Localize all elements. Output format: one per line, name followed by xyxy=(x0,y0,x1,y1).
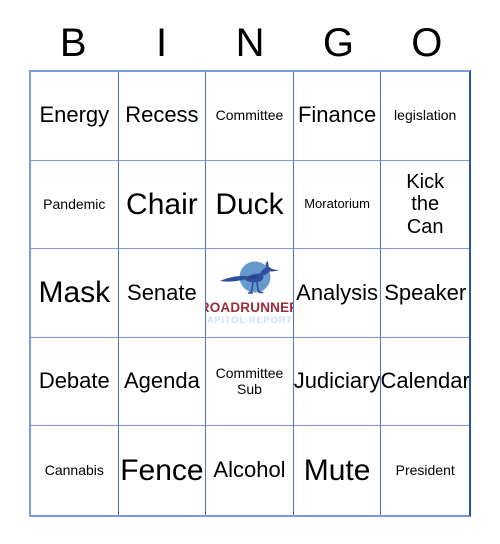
bingo-card: B I N G O Energy Recess Committee Financ… xyxy=(0,0,500,544)
bingo-cell[interactable]: Judiciary xyxy=(293,337,382,427)
bingo-cell-label: Chair xyxy=(126,187,198,221)
bingo-header-letter-b: B xyxy=(59,21,87,65)
bingo-cell[interactable]: Pandemic xyxy=(31,160,119,250)
bingo-cell[interactable]: Moratorium xyxy=(293,160,382,250)
bingo-cell-label: Recess xyxy=(125,102,199,128)
bingo-cell[interactable]: Committee Sub xyxy=(206,337,294,427)
roadrunner-bird-icon xyxy=(219,260,281,300)
bingo-header-letter-o: O xyxy=(411,21,443,65)
bingo-header-row: B I N G O xyxy=(29,18,471,68)
bingo-cell[interactable]: Agenda xyxy=(118,337,207,427)
bingo-cell-label: legislation xyxy=(394,106,457,123)
bingo-cell-label: Speaker xyxy=(384,279,467,305)
bingo-cell[interactable]: Fence xyxy=(118,426,207,515)
bingo-free-space-cell[interactable]: ROADRUNNER CAPITOL REPORTS xyxy=(206,249,294,338)
bingo-cell-label: Debate xyxy=(38,368,110,394)
bingo-cell-label: Kick the Can xyxy=(406,170,445,238)
bingo-cell-label: Cannabis xyxy=(44,461,104,478)
bingo-cell[interactable]: Mask xyxy=(31,249,119,338)
bingo-cell[interactable]: Calendar xyxy=(381,337,469,427)
bingo-cell[interactable]: Committee xyxy=(206,72,294,161)
bingo-cell-label: Committee Sub xyxy=(215,364,284,397)
bingo-cell-label: Mute xyxy=(303,453,371,487)
bingo-cell-label: Analysis xyxy=(296,279,379,305)
bingo-cell[interactable]: Mute xyxy=(293,426,382,515)
bingo-cell[interactable]: Speaker xyxy=(381,249,469,338)
bingo-cell-label: Fence xyxy=(120,453,204,487)
bingo-cell-label: Calendar xyxy=(381,368,469,394)
bingo-cell-label: Pandemic xyxy=(43,195,106,212)
bingo-cell[interactable]: Recess xyxy=(118,72,207,161)
bingo-cell-label: President xyxy=(395,461,455,478)
bingo-cell[interactable]: Duck xyxy=(206,160,294,250)
bingo-cell-label: Energy xyxy=(39,102,110,128)
logo-subtext: CAPITOL REPORTS xyxy=(206,314,293,326)
bingo-cell-label: Finance xyxy=(297,102,377,128)
bingo-cell[interactable]: Finance xyxy=(293,72,382,161)
roadrunner-capitol-reports-logo: ROADRUNNER CAPITOL REPORTS xyxy=(206,260,293,326)
bingo-cell-label: Judiciary xyxy=(293,368,381,394)
bingo-cell[interactable]: Cannabis xyxy=(31,426,119,515)
bingo-cell[interactable]: Debate xyxy=(31,337,119,427)
bingo-header-letter-i: I xyxy=(156,21,168,65)
bingo-header-letter-n: N xyxy=(235,21,265,65)
bingo-cell-label: Duck xyxy=(215,187,284,221)
bingo-cell-label: Agenda xyxy=(123,368,200,394)
bingo-cell[interactable]: President xyxy=(381,426,469,515)
bingo-cell[interactable]: Analysis xyxy=(293,249,382,338)
bingo-cell[interactable]: Alcohol xyxy=(206,426,294,515)
bingo-cell[interactable]: Energy xyxy=(31,72,119,161)
bingo-cell[interactable]: Kick the Can xyxy=(381,160,469,250)
bingo-cell-label: Senate xyxy=(127,279,197,305)
bingo-header-letter-g: G xyxy=(322,21,354,65)
bingo-cell-label: Moratorium xyxy=(304,196,370,212)
bingo-cell[interactable]: Senate xyxy=(118,249,207,338)
bingo-cell-label: Committee xyxy=(215,106,284,123)
bingo-cell-label: Mask xyxy=(38,276,111,310)
bingo-cell-label: Alcohol xyxy=(213,457,286,483)
bingo-grid: Energy Recess Committee Finance legislat… xyxy=(29,70,471,517)
logo-wordmark: ROADRUNNER xyxy=(206,300,293,316)
bingo-cell[interactable]: Chair xyxy=(118,160,207,250)
bingo-cell[interactable]: legislation xyxy=(381,72,469,161)
